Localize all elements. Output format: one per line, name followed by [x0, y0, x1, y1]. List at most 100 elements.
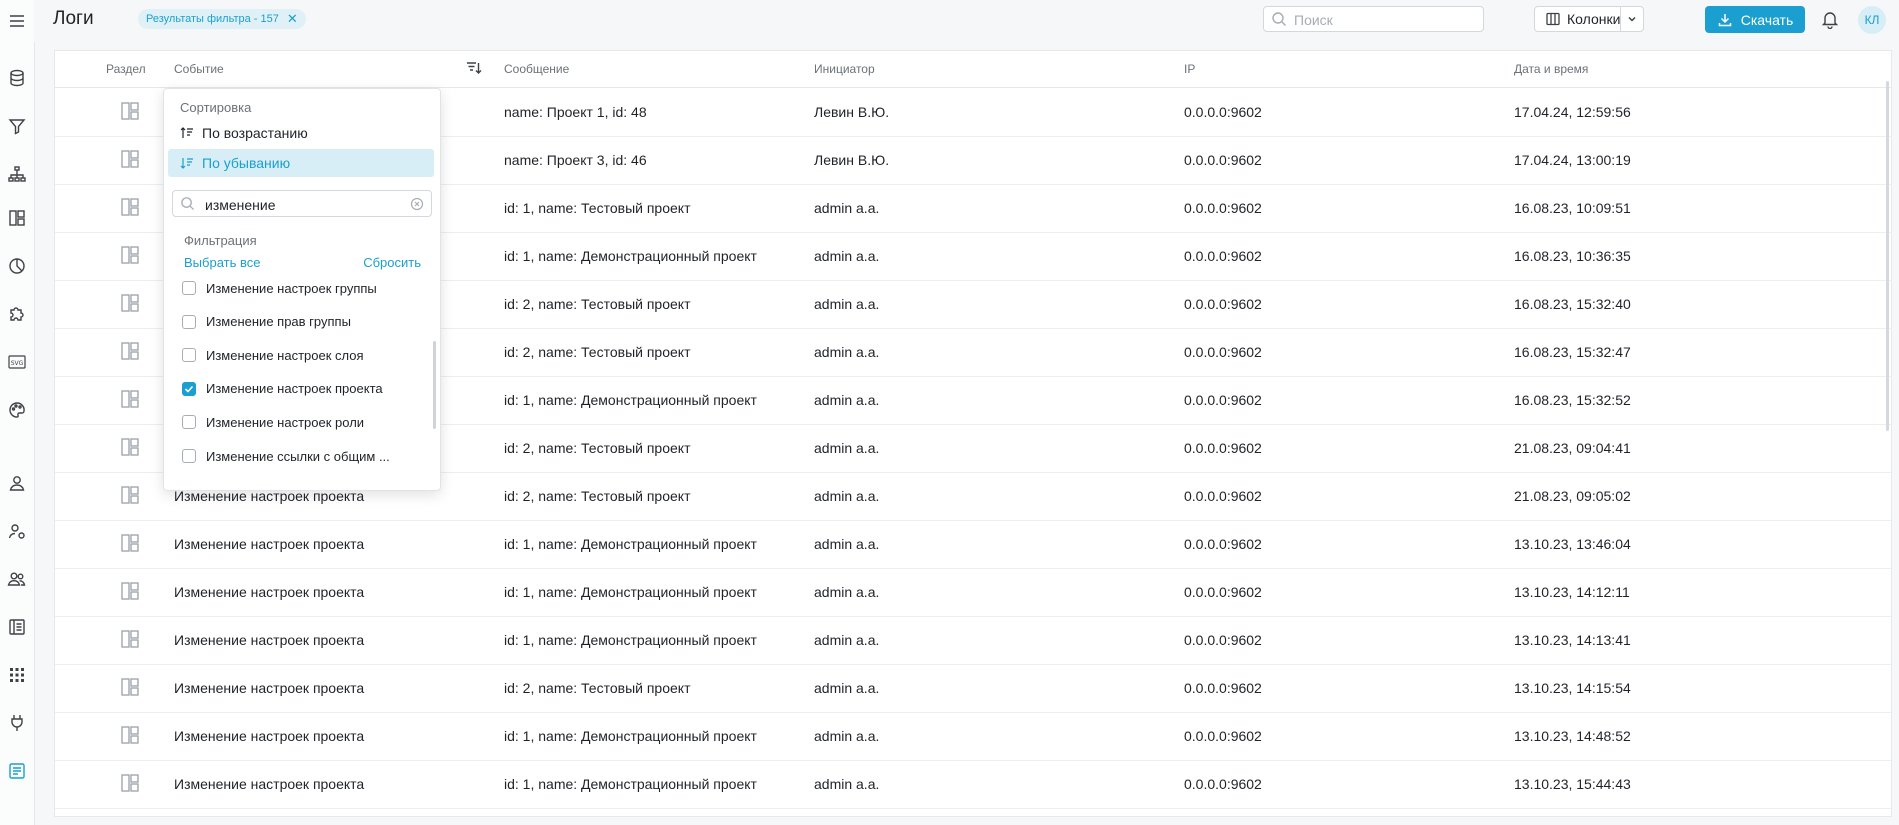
table-row[interactable]: Изменение настроек проекта id: 1, name: Д…: [55, 760, 1891, 809]
download-icon: [1718, 13, 1731, 26]
filter-option[interactable]: Изменение настроек проекта: [182, 378, 383, 400]
cell-message: id: 2, name: Тестовый проект: [504, 440, 691, 456]
table-row[interactable]: Изменение настроек проекта id: 1, name: Д…: [55, 712, 1891, 761]
cell-ip: 0.0.0.0:9602: [1184, 344, 1262, 360]
apps-grid-icon[interactable]: [5, 663, 29, 687]
column-header-ip[interactable]: IP: [1184, 62, 1195, 76]
cell-datetime: 13.10.23, 13:46:04: [1514, 536, 1631, 552]
cell-message: id: 1, name: Демонстрационный проект: [504, 536, 757, 552]
columns-main[interactable]: Колонки: [1535, 7, 1622, 31]
chevron-down-icon[interactable]: [1621, 14, 1643, 24]
cell-ip: 0.0.0.0:9602: [1184, 248, 1262, 264]
table-scrollbar[interactable]: [1885, 51, 1891, 816]
cell-ip: 0.0.0.0:9602: [1184, 536, 1262, 552]
cell-message: id: 2, name: Тестовый проект: [504, 344, 691, 360]
logs-icon[interactable]: [5, 759, 29, 783]
svg-text:SVG: SVG: [11, 360, 24, 367]
layout-icon[interactable]: [5, 206, 29, 230]
cell-message: id: 2, name: Тестовый проект: [504, 488, 691, 504]
layout-icon: [121, 198, 139, 216]
table-row[interactable]: Изменение настроек проекта id: 1, name: Д…: [55, 568, 1891, 617]
svg-icon[interactable]: SVG: [5, 350, 29, 374]
hierarchy-icon[interactable]: [5, 162, 29, 186]
dropdown-scrollbar[interactable]: [433, 341, 436, 429]
puzzle-icon[interactable]: [5, 302, 29, 326]
checkbox[interactable]: [182, 415, 196, 430]
filter-results-chip: Результаты фильтра - 157 ✕: [138, 9, 306, 29]
dropdown-search-input[interactable]: [203, 195, 407, 215]
cell-ip: 0.0.0.0:9602: [1184, 296, 1262, 312]
reset-link[interactable]: Сбросить: [363, 255, 421, 270]
dropdown-search-field[interactable]: [172, 190, 432, 217]
filter-option[interactable]: Изменение настроек группы: [182, 277, 377, 299]
cell-message: id: 1, name: Демонстрационный проект: [504, 392, 757, 408]
filter-icon[interactable]: [5, 114, 29, 138]
column-header-initiator[interactable]: Инициатор: [814, 62, 875, 76]
cell-initiator: admin a.a.: [814, 536, 880, 552]
filter-option-label: Изменение настроек слоя: [206, 347, 364, 363]
cell-ip: 0.0.0.0:9602: [1184, 728, 1262, 744]
table-header: Раздел Событие Сообщение Инициатор IP Да…: [55, 51, 1891, 88]
filter-option[interactable]: Изменение настроек роли: [182, 411, 364, 433]
clear-icon[interactable]: [410, 197, 424, 211]
cell-message: id: 1, name: Демонстрационный проект: [504, 632, 757, 648]
sort-filter-icon[interactable]: [465, 59, 483, 77]
checkbox[interactable]: [182, 449, 196, 463]
column-header-message[interactable]: Сообщение: [504, 62, 569, 76]
cell-initiator: admin a.a.: [814, 488, 880, 504]
cell-datetime: 13.10.23, 14:15:54: [1514, 680, 1631, 696]
cell-datetime: 16.08.23, 10:36:35: [1514, 248, 1631, 264]
menu-icon[interactable]: [5, 9, 29, 33]
cell-ip: 0.0.0.0:9602: [1184, 392, 1262, 408]
columns-button[interactable]: Колонки: [1534, 6, 1644, 32]
cell-message: name: Проект 3, id: 46: [504, 152, 647, 168]
users-icon[interactable]: [5, 567, 29, 591]
book-icon[interactable]: [5, 615, 29, 639]
checkbox[interactable]: [182, 314, 196, 329]
sort-descending-option[interactable]: По убыванию: [168, 149, 434, 177]
search-input[interactable]: [1292, 10, 1476, 30]
checkbox[interactable]: [182, 281, 196, 295]
cell-event: Изменение настроек проекта: [174, 536, 365, 552]
column-header-event[interactable]: Событие: [174, 62, 224, 76]
table-row[interactable]: Изменение настроек проекта id: 2, name: Т…: [55, 664, 1891, 713]
select-all-link[interactable]: Выбрать все: [184, 255, 260, 270]
layout-icon: [121, 726, 139, 744]
cell-datetime: 16.08.23, 10:09:51: [1514, 200, 1631, 216]
cell-message: id: 1, name: Демонстрационный проект: [504, 776, 757, 792]
user-settings-icon[interactable]: [5, 519, 29, 543]
search-icon: [1272, 12, 1286, 26]
close-icon[interactable]: ✕: [287, 11, 298, 27]
column-header-datetime[interactable]: Дата и время: [1514, 62, 1588, 76]
filter-option-label: Изменение настроек роли: [206, 414, 365, 430]
filter-option-label: Изменение прав группы: [206, 314, 351, 330]
checkbox[interactable]: [182, 381, 196, 396]
download-button[interactable]: Скачать: [1705, 6, 1805, 33]
pie-chart-icon[interactable]: [5, 254, 29, 278]
avatar[interactable]: КЛ: [1858, 6, 1886, 34]
bell-icon[interactable]: [1820, 9, 1840, 29]
cell-event: Изменение настроек проекта: [174, 728, 365, 744]
sort-ascending-option[interactable]: По возрастанию: [168, 119, 434, 147]
palette-icon[interactable]: [5, 398, 29, 422]
cell-initiator: admin a.a.: [814, 728, 880, 744]
filter-option[interactable]: Изменение настроек слоя: [182, 344, 364, 366]
database-icon[interactable]: [5, 66, 29, 90]
cell-ip: 0.0.0.0:9602: [1184, 104, 1262, 120]
user-icon[interactable]: [5, 471, 29, 495]
table-row[interactable]: Изменение настроек проекта id: 1, name: Д…: [55, 520, 1891, 569]
column-header-section[interactable]: Раздел: [106, 62, 146, 76]
table-row[interactable]: Изменение настроек проекта id: 1, name: Д…: [55, 616, 1891, 665]
checkbox[interactable]: [182, 348, 196, 363]
page-title: Логи: [53, 8, 94, 29]
layout-icon: [121, 582, 139, 600]
filter-option[interactable]: Изменение прав группы: [182, 311, 351, 333]
layout-icon: [121, 534, 139, 552]
filter-option[interactable]: Изменение ссылки с общим ...: [182, 445, 390, 467]
plug-icon[interactable]: [5, 711, 29, 735]
layout-icon: [121, 150, 139, 168]
check-icon: [184, 385, 194, 393]
layout-icon: [121, 102, 139, 120]
search-field[interactable]: [1263, 6, 1484, 32]
cell-ip: 0.0.0.0:9602: [1184, 584, 1262, 600]
